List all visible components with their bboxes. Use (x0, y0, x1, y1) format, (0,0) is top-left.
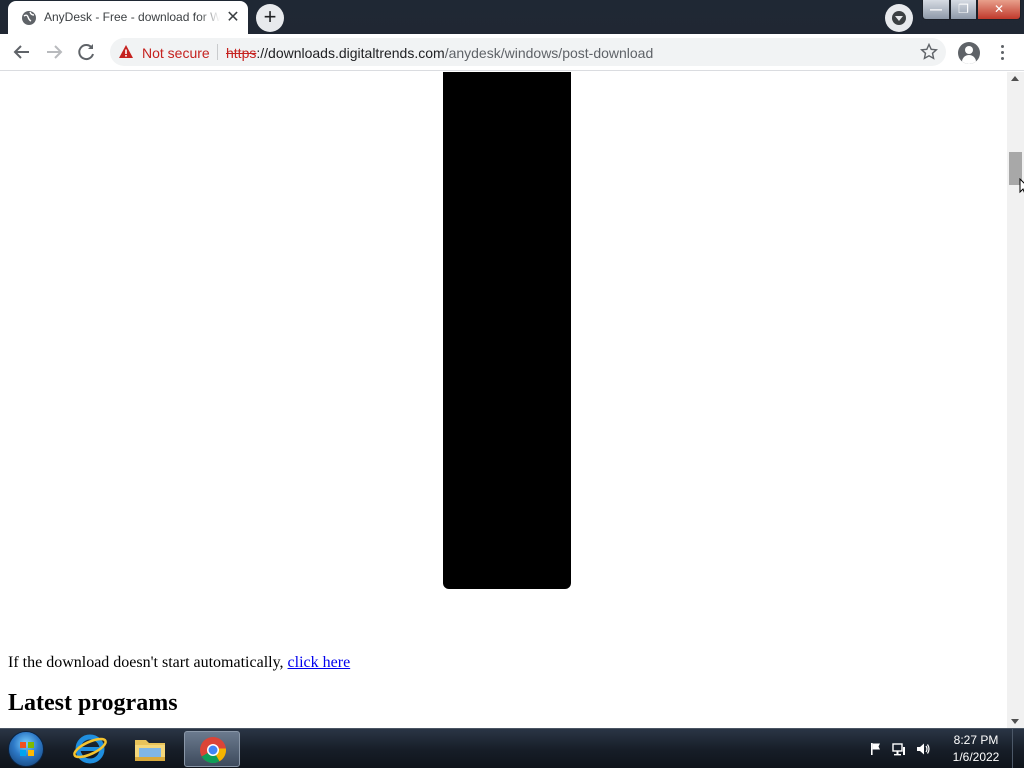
back-arrow-icon[interactable] (8, 38, 36, 66)
menu-kebab-icon[interactable] (994, 43, 1010, 63)
clock-date[interactable]: 1/6/2022 (944, 750, 1008, 764)
chrome-icon (200, 737, 226, 764)
address-bar[interactable]: Not secure https://downloads.digitaltren… (110, 38, 946, 66)
tab-close-button[interactable]: ✕ (224, 9, 242, 27)
tab-search-button[interactable] (885, 4, 913, 32)
folder-icon (135, 740, 165, 761)
windows-logo-icon (8, 731, 44, 767)
url-scheme: https (226, 45, 257, 61)
fallback-message: If the download doesn't start automatica… (8, 654, 288, 671)
vertical-scrollbar[interactable] (1007, 72, 1024, 728)
chevron-down-icon (892, 11, 906, 25)
tab-title: AnyDesk - Free - download for Windows (44, 10, 220, 24)
action-center-flag-icon[interactable] (868, 741, 884, 757)
divider (217, 44, 218, 60)
forward-arrow-icon[interactable] (40, 38, 68, 66)
tab-strip: AnyDesk - Free - download for Windows ✕ … (0, 0, 1024, 34)
bookmark-star-icon[interactable] (920, 43, 938, 61)
page-viewport: If the download doesn't start automatica… (0, 72, 1007, 728)
start-button[interactable] (6, 731, 46, 767)
taskbar-google-chrome[interactable] (184, 731, 240, 767)
minimize-icon: — (930, 2, 942, 16)
taskbar-windows-explorer[interactable] (122, 731, 178, 767)
restore-icon: ❐ (958, 2, 969, 16)
scroll-up-arrow-icon[interactable] (1011, 76, 1019, 81)
new-tab-button[interactable]: + (256, 4, 284, 32)
windows-taskbar: 8:27 PM 1/6/2022 (0, 728, 1024, 768)
internet-explorer-icon (73, 734, 107, 764)
latest-programs-heading: Latest programs (8, 690, 178, 716)
close-window-button[interactable]: ✕ (977, 0, 1021, 20)
click-here-link[interactable]: click here (288, 654, 351, 671)
ad-placeholder-block (443, 72, 571, 589)
scroll-down-arrow-icon[interactable] (1011, 719, 1019, 724)
globe-icon (22, 11, 36, 25)
warning-icon[interactable] (118, 44, 134, 60)
taskbar-internet-explorer[interactable] (62, 731, 118, 767)
reload-icon[interactable] (72, 38, 100, 66)
volume-icon[interactable] (915, 741, 931, 757)
profile-icon[interactable] (958, 42, 980, 64)
browser-toolbar: Not secure https://downloads.digitaltren… (0, 34, 1024, 71)
show-desktop-button[interactable] (1012, 729, 1024, 768)
download-fallback-text: If the download doesn't start automatica… (8, 654, 350, 672)
url-path: /anydesk/windows/post-download (444, 45, 654, 61)
mouse-cursor-icon (1019, 178, 1024, 194)
url-host: ://downloads.digitaltrends.com (256, 45, 445, 61)
network-icon[interactable] (891, 741, 907, 757)
clock-time[interactable]: 8:27 PM (948, 733, 1004, 747)
minimize-button[interactable]: — (922, 0, 950, 20)
browser-tab[interactable]: AnyDesk - Free - download for Windows ✕ (8, 1, 248, 34)
restore-button[interactable]: ❐ (950, 0, 977, 20)
security-status[interactable]: Not secure (142, 45, 210, 61)
url-text[interactable]: https://downloads.digitaltrends.com/anyd… (226, 45, 653, 61)
close-icon: ✕ (993, 2, 1005, 16)
